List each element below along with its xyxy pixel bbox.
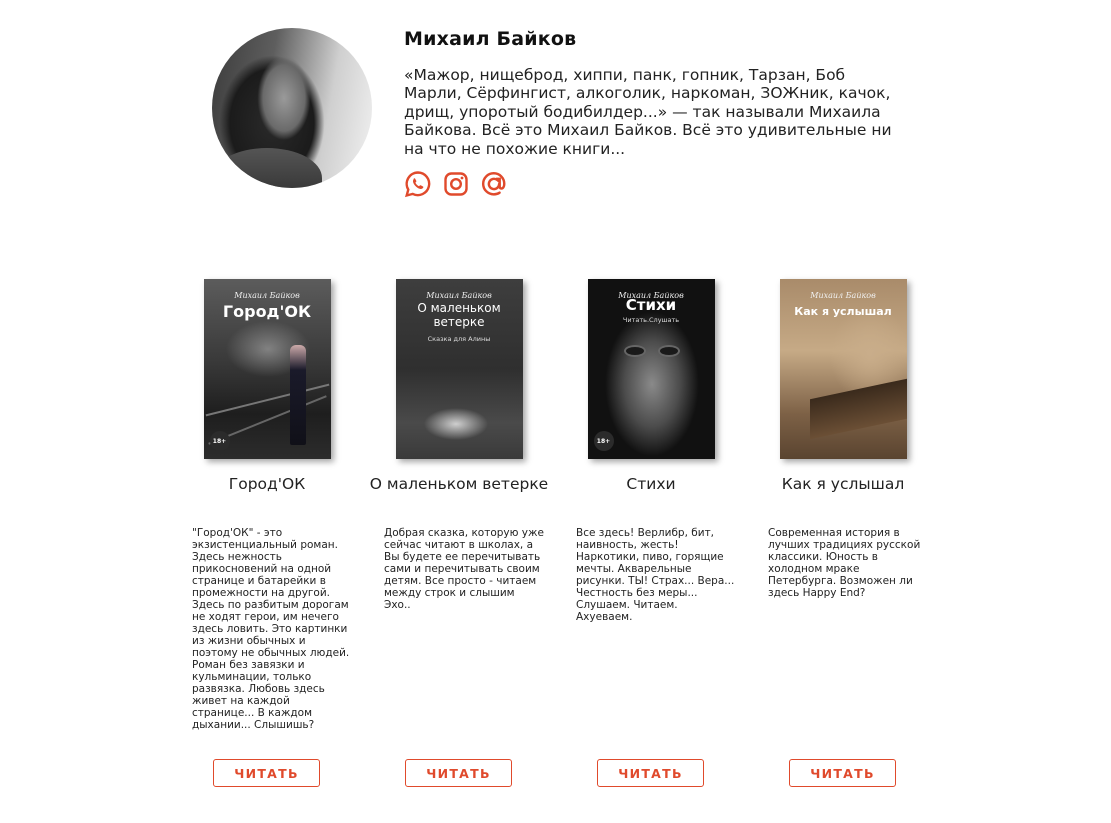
read-button[interactable]: ЧИТАТЬ [597, 759, 704, 787]
age-badge: 18+ [209, 431, 230, 451]
author-avatar [212, 28, 372, 188]
book-description: Все здесь! Верлибр, бит, наивность, жест… [576, 527, 735, 623]
social-links [404, 170, 508, 198]
cover-author: Михаил Байков [426, 291, 492, 300]
read-button[interactable]: ЧИТАТЬ [405, 759, 512, 787]
book-cover[interactable]: Михаил Байков Как я услышал [779, 279, 907, 459]
book-cover[interactable]: Михаил Байков Город'ОК 18+ [203, 279, 331, 459]
cover-title: Стихи [625, 296, 677, 314]
cover-eye [625, 347, 644, 355]
cover-title: О маленьком ветерке [417, 301, 501, 329]
cover-author: Михаил Байков [810, 291, 876, 300]
read-button[interactable]: ЧИТАТЬ [789, 759, 896, 787]
book-description: Современная история в лучших традициях р… [768, 527, 921, 599]
book-title: Город'ОК [228, 475, 306, 493]
avatar-shoulder [212, 148, 322, 188]
book-card: Михаил Байков Как я услышал Как я услыша… [748, 279, 938, 787]
cover-title: Город'ОК [222, 302, 312, 321]
read-button[interactable]: ЧИТАТЬ [213, 759, 320, 787]
whatsapp-icon[interactable] [404, 170, 432, 198]
cover-subtitle: Сказка для Алины [427, 335, 491, 343]
cover-figure [289, 345, 306, 445]
cover-subtitle: Читать.Слушать [622, 316, 680, 324]
book-card: Михаил Байков Стихи Читать.Слушать 18+ С… [556, 279, 746, 787]
author-name: Михаил Байков [404, 28, 577, 50]
email-at-icon[interactable] [480, 170, 508, 198]
cover-title: Как я услышал [794, 305, 892, 318]
cover-rail [205, 383, 329, 417]
book-title: Стихи [626, 475, 676, 493]
cover-eye [659, 347, 678, 355]
book-cover[interactable]: Михаил Байков Стихи Читать.Слушать 18+ [587, 279, 715, 459]
cover-piano [809, 378, 907, 440]
instagram-icon[interactable] [442, 170, 470, 198]
book-card: Михаил Байков Город'ОК 18+ Город'ОК "Гор… [172, 279, 362, 787]
book-description: Добрая сказка, которую уже сейчас читают… [384, 527, 544, 611]
book-cover[interactable]: Михаил Байков О маленьком ветерке Сказка… [395, 279, 523, 459]
age-badge: 18+ [593, 431, 614, 451]
book-title: О маленьком ветерке [369, 475, 549, 493]
author-bio: «Мажор, нищеброд, хиппи, панк, гопник, Т… [404, 66, 892, 158]
cover-author: Михаил Байков [234, 291, 300, 300]
book-card: Михаил Байков О маленьком ветерке Сказка… [364, 279, 554, 787]
book-title: Как я услышал [781, 475, 905, 493]
book-description: "Город'ОК" - это экзистенциальный роман.… [192, 527, 350, 731]
